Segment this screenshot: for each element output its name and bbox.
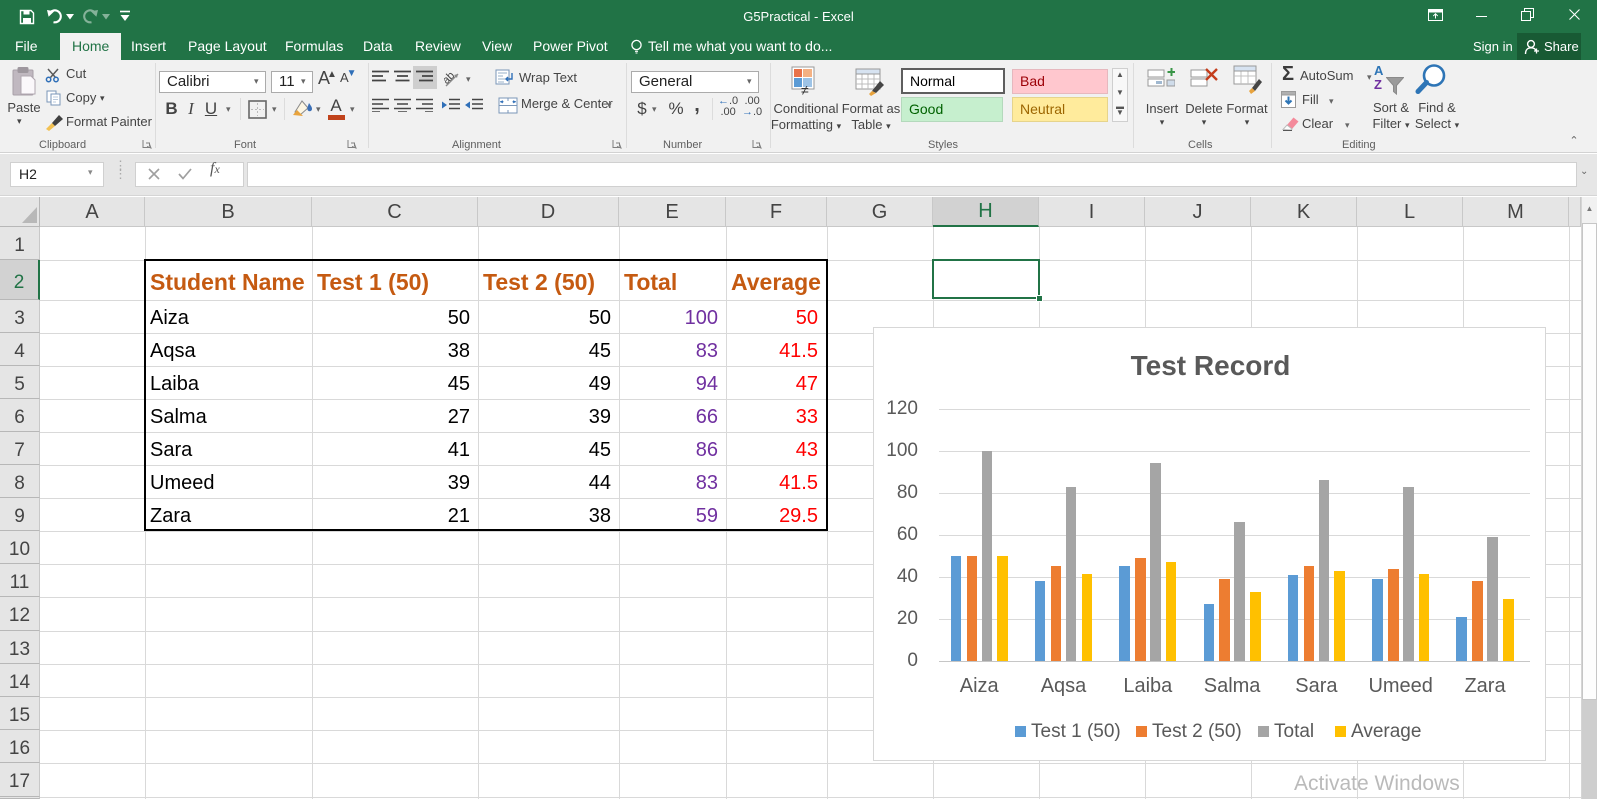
svg-text:≠: ≠ xyxy=(801,82,809,96)
svg-text:ab: ab xyxy=(444,70,457,87)
